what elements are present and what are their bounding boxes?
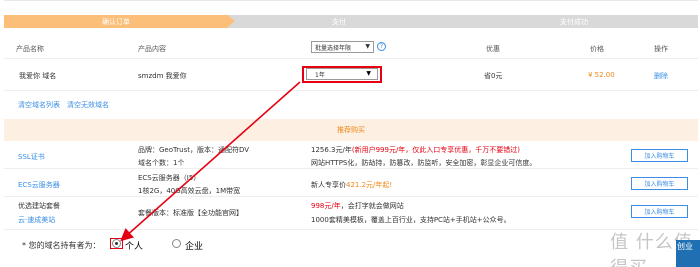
corner-badge: 创业 — [676, 240, 700, 267]
annotation-arrow — [120, 81, 301, 242]
